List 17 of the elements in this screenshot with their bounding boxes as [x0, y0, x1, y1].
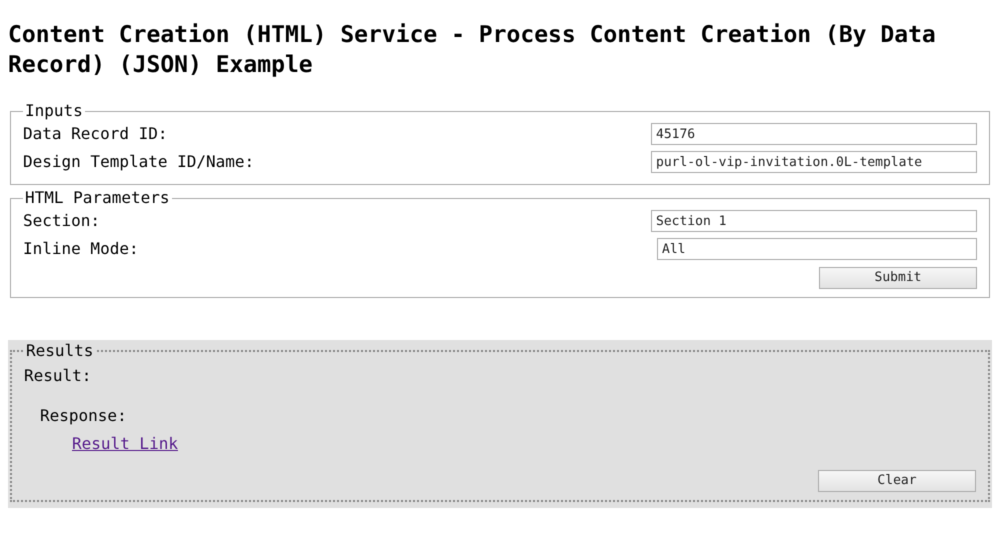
result-label: Result:	[24, 365, 92, 387]
input-field[interactable]: purl-ol-vip-invitation.0L-template	[651, 151, 977, 173]
input-field[interactable]: 45176	[651, 123, 977, 145]
input-field[interactable]: All	[657, 238, 977, 260]
section-legend: HTML Parameters	[23, 189, 172, 207]
field-label: Design Template ID/Name:	[23, 151, 254, 173]
field-label: Inline Mode:	[23, 238, 139, 260]
clear-button[interactable]: Clear	[818, 470, 976, 492]
input-field[interactable]: Section 1	[651, 210, 977, 232]
section-legend: Inputs	[23, 102, 85, 120]
page-title: Content Creation (HTML) Service - Process Content Creation (By Data Record) (JSON) Example	[8, 21, 937, 80]
response-label: Response:	[40, 405, 128, 427]
result-link[interactable]: Result Link	[72, 434, 178, 453]
field-label: Data Record ID:	[23, 123, 168, 145]
field-label: Section:	[23, 210, 100, 232]
submit-button[interactable]: Submit	[819, 267, 977, 289]
section-legend: Results	[24, 342, 96, 360]
